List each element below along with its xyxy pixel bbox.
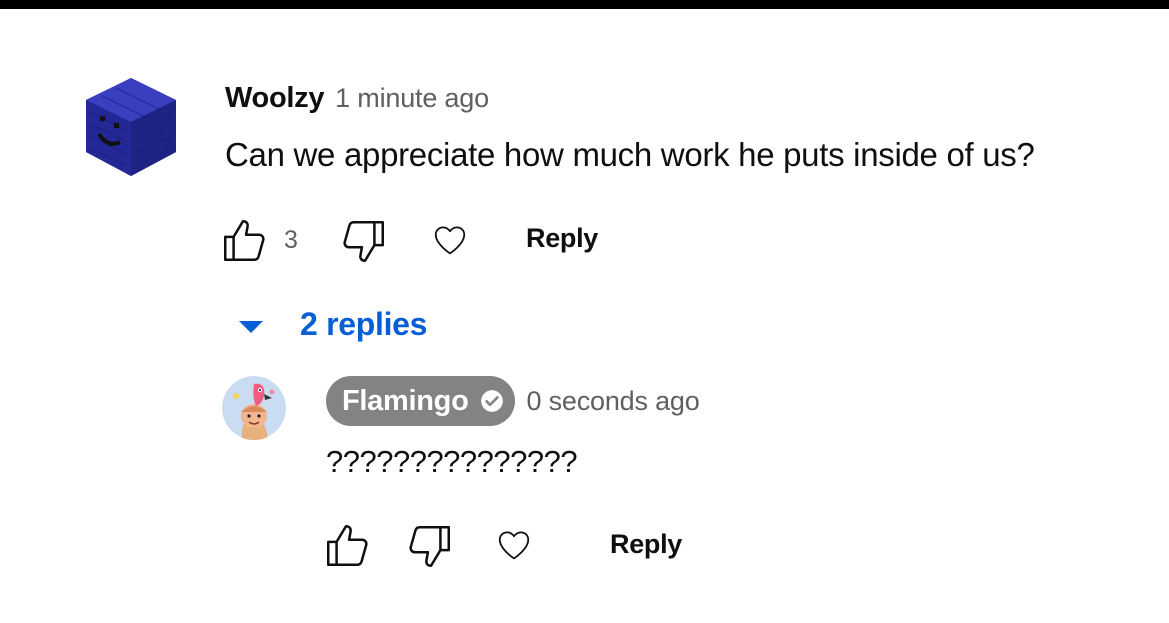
reply-like-button[interactable]: [321, 521, 373, 571]
reply-timestamp[interactable]: 0 seconds ago: [527, 386, 700, 417]
bottom-edge-bar: [0, 616, 1169, 623]
avatar[interactable]: [82, 76, 180, 178]
author-name[interactable]: Woolzy: [225, 82, 324, 115]
flamingo-avatar-icon: [222, 376, 286, 440]
reply-dislike-button[interactable]: [404, 521, 456, 571]
reply-text: ???????????????: [326, 444, 578, 479]
blue-smiley-cube-avatar-icon: [86, 78, 176, 176]
reply-avatar[interactable]: [222, 376, 286, 440]
reply-author-chip[interactable]: Flamingo: [326, 376, 515, 426]
verified-check-icon: [480, 390, 503, 412]
replies-toggle[interactable]: 2 replies: [236, 306, 427, 343]
comment-header: Woolzy 1 minute ago: [225, 82, 489, 116]
top-edge-bar: [0, 0, 1169, 9]
reply-heart-button[interactable]: [494, 526, 534, 564]
thumbs-down-icon: [343, 221, 384, 263]
heart-icon: [498, 531, 530, 560]
reply-reply-button[interactable]: Reply: [610, 529, 682, 560]
heart-button[interactable]: [430, 221, 470, 259]
reply-author-name: Flamingo: [342, 384, 469, 417]
reply-header: Flamingo 0 seconds ago: [326, 376, 700, 426]
like-count: 3: [284, 226, 298, 254]
dislike-button[interactable]: [338, 216, 390, 266]
caret-down-icon: [239, 320, 263, 333]
reply-button[interactable]: Reply: [526, 223, 598, 254]
comment-text: Can we appreciate how much work he puts …: [225, 136, 1035, 173]
like-button[interactable]: [218, 216, 270, 266]
replies-count-label: 2 replies: [300, 306, 428, 342]
thumbs-up-icon: [327, 524, 368, 566]
thumbs-up-icon: [224, 219, 265, 261]
comment-timestamp[interactable]: 1 minute ago: [335, 83, 489, 114]
thumbs-down-icon: [409, 526, 450, 568]
heart-icon: [434, 226, 466, 255]
